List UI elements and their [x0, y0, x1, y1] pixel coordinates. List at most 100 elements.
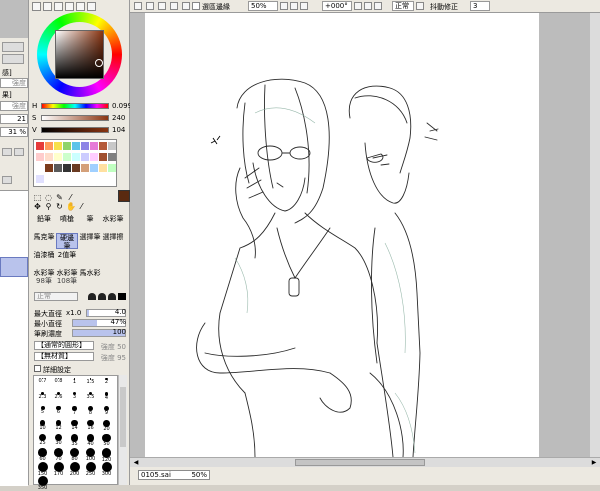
swatch-cell[interactable]	[72, 142, 80, 150]
brush-size-cell[interactable]: 0.8	[50, 378, 67, 390]
zoom-out-icon[interactable]	[290, 2, 298, 10]
layer-delete-icon[interactable]	[14, 148, 24, 156]
navigator-rotate-control[interactable]	[2, 54, 24, 64]
swatch-cell[interactable]	[81, 142, 89, 150]
value-slider[interactable]	[41, 127, 109, 133]
tip-shape-1-icon[interactable]	[88, 293, 96, 300]
brush-slot-13[interactable]: 水彩筆 98筆	[33, 269, 55, 285]
toolbar-misc-icon-2[interactable]	[182, 2, 190, 10]
brush-size-cell[interactable]: 1	[66, 378, 83, 390]
layer-strength-field[interactable]: 強度	[0, 78, 28, 88]
brush-blend-mode-select[interactable]: 正常	[34, 292, 78, 301]
brush-slot-7[interactable]: 選擇筆	[79, 233, 101, 249]
swatch-cell[interactable]	[36, 175, 44, 183]
swatch-cell[interactable]	[54, 164, 62, 172]
swatch-mode-icon[interactable]	[65, 2, 74, 11]
brush-size-cell[interactable]: 3.5	[82, 392, 99, 404]
swatch-cell[interactable]	[63, 164, 71, 172]
move-icon[interactable]: ✥	[33, 202, 42, 211]
brush-size-cell[interactable]: 35	[66, 434, 83, 446]
layer-merge-icon[interactable]	[2, 176, 12, 184]
detail-settings-checkbox[interactable]	[34, 365, 41, 372]
swatch-cell[interactable]	[81, 164, 89, 172]
brush-size-cell[interactable]: 2.3	[34, 392, 51, 404]
drawing-canvas[interactable]	[145, 13, 539, 458]
swatch-cell[interactable]	[72, 153, 80, 161]
brush-size-cell[interactable]: 170	[50, 462, 67, 477]
brush-size-cell[interactable]: 12	[50, 420, 67, 432]
brush-size-cell[interactable]: 60	[34, 448, 51, 461]
brush-size-cell[interactable]: 3	[66, 392, 83, 404]
color-wheel-mode-icon[interactable]	[32, 2, 41, 11]
hand-icon[interactable]: ✋	[66, 202, 76, 211]
brush-size-cell[interactable]: 7	[66, 406, 83, 418]
brush-slot-5[interactable]: 馬克筆	[33, 233, 55, 249]
flip-icon[interactable]	[416, 2, 424, 10]
brush-size-cell[interactable]: 120	[98, 448, 115, 462]
swatch-cell[interactable]	[99, 153, 107, 161]
swatch-cell[interactable]	[72, 164, 80, 172]
brush-slot-3[interactable]: 筆	[79, 215, 101, 231]
swatch-cell[interactable]	[90, 164, 98, 172]
brush-size-cell[interactable]: 8	[82, 406, 99, 418]
zoom-reset-icon[interactable]	[300, 2, 308, 10]
tip-shape-2-icon[interactable]	[98, 293, 106, 300]
show-selection-icon[interactable]	[158, 2, 166, 10]
brush-size-cell[interactable]: 0.7	[34, 378, 51, 390]
swatch-cell[interactable]	[90, 153, 98, 161]
rotate-select[interactable]: +000°	[322, 1, 352, 11]
deselect-icon[interactable]	[134, 2, 142, 10]
color-picker-cursor[interactable]	[95, 59, 103, 67]
brush-slot-9[interactable]: 油漆桶	[33, 251, 55, 267]
lasso-icon[interactable]: ◌	[44, 193, 53, 202]
navigator-thumbnail[interactable]	[0, 0, 28, 38]
layer-value-field-1[interactable]: 21	[0, 114, 28, 124]
brush-size-scrollbar[interactable]	[118, 375, 127, 485]
brush-slot-1[interactable]: 鉛筆	[33, 215, 55, 231]
brush-size-cell[interactable]: 70	[50, 448, 67, 461]
brush-size-cell[interactable]: 4	[98, 392, 115, 404]
horizontal-scroll-thumb[interactable]	[295, 459, 425, 466]
swatch-cell[interactable]	[63, 142, 71, 150]
swatch-cell[interactable]	[108, 142, 116, 150]
swatch-cell[interactable]	[99, 164, 107, 172]
brush-slot-10[interactable]: 2值筆	[56, 251, 78, 267]
brush-slot-11[interactable]	[79, 251, 101, 267]
zoom-in-icon[interactable]	[280, 2, 288, 10]
navigator-zoom-control[interactable]	[2, 42, 24, 52]
swatch-cell[interactable]	[63, 153, 71, 161]
rgb-slider-mode-icon[interactable]	[43, 2, 52, 11]
canvas-horizontal-scrollbar[interactable]: ◀ ▶	[130, 457, 600, 467]
brush-size-cell[interactable]: 80	[66, 448, 83, 462]
brush-size-cell[interactable]: 20	[98, 420, 115, 432]
swatch-cell[interactable]	[45, 164, 53, 172]
brush-slot-16[interactable]	[102, 269, 124, 285]
color-swatches[interactable]	[33, 139, 117, 187]
swatch-cell[interactable]	[36, 142, 44, 150]
brush-size-cell[interactable]: 25	[34, 434, 51, 446]
scratchpad-mode-icon[interactable]	[76, 2, 85, 11]
brush-size-cell[interactable]: 250	[82, 462, 99, 477]
rotate-left-icon[interactable]	[354, 2, 362, 10]
brush-size-cell[interactable]: 16	[82, 420, 99, 432]
zoom-icon[interactable]: ⚲	[44, 202, 53, 211]
brush-size-cell[interactable]: 1.5	[82, 378, 99, 390]
zoom-select[interactable]: 50%	[248, 1, 278, 11]
brush-slot-12[interactable]	[102, 251, 124, 267]
layer-new-icon[interactable]	[2, 148, 12, 156]
magic-wand-icon[interactable]: ✎	[55, 193, 64, 202]
swatch-cell[interactable]	[36, 164, 44, 172]
brush-slot-8[interactable]: 選擇擦	[102, 233, 124, 249]
brush-size-cell[interactable]: 2	[98, 378, 115, 390]
brush-size-cell[interactable]: 14	[66, 420, 83, 432]
swatch-cell[interactable]	[54, 153, 62, 161]
layer-item-selected[interactable]	[0, 257, 28, 277]
brush-size-cell[interactable]: 150	[34, 462, 51, 477]
brush-size-cell[interactable]: 10	[34, 420, 51, 432]
swatch-cell[interactable]	[108, 164, 116, 172]
swatch-cell[interactable]	[54, 142, 62, 150]
hue-slider[interactable]	[41, 103, 109, 109]
swatch-cell[interactable]	[45, 153, 53, 161]
brush-slot-6[interactable]: 硬邊筆	[56, 233, 78, 250]
layer-opacity-field[interactable]: 31 %	[0, 127, 28, 137]
